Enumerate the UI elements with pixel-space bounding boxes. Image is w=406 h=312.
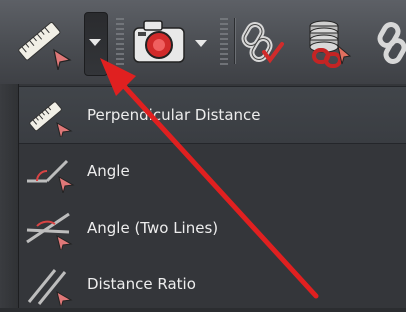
toolbar-grip[interactable]	[220, 18, 228, 66]
menu-item-perpendicular-distance[interactable]: Perpendicular Distance	[19, 86, 406, 144]
menu-item-label: Perpendicular Distance	[87, 106, 261, 124]
toolbar-separator	[234, 18, 235, 64]
angle-two-lines-icon	[26, 212, 73, 250]
menu-item-angle[interactable]: Angle	[19, 143, 406, 199]
angle-icon	[27, 159, 75, 193]
camera-dropdown-button[interactable]	[192, 16, 210, 68]
stack-chain-icon	[309, 20, 352, 68]
measure-dropdown-button[interactable]	[84, 12, 108, 76]
ruler-cursor-icon	[29, 101, 73, 137]
link-check-button[interactable]	[240, 18, 286, 70]
ruler-cursor-icon	[18, 22, 72, 70]
link-button[interactable]	[372, 18, 406, 70]
menu-gutter	[0, 84, 18, 308]
measure-dropdown-menu: Perpendicular Distance Angle Angle (Two …	[18, 84, 406, 308]
chain-icon	[377, 22, 406, 64]
camera-button[interactable]	[130, 16, 188, 68]
camera-icon	[133, 20, 185, 63]
menu-item-label: Angle	[87, 162, 130, 180]
toolbar	[0, 0, 406, 85]
menu-item-angle-two-lines[interactable]: Angle (Two Lines)	[19, 200, 406, 256]
measure-tool-button[interactable]	[14, 16, 78, 70]
menu-item-label: Distance Ratio	[87, 275, 196, 293]
stack-link-button[interactable]	[300, 16, 354, 70]
chevron-down-icon	[89, 39, 101, 46]
chevron-down-icon	[195, 40, 207, 47]
menu-item-label: Angle (Two Lines)	[87, 219, 219, 237]
distance-ratio-icon	[27, 269, 73, 306]
chain-check-icon	[241, 22, 284, 64]
toolbar-grip[interactable]	[116, 18, 124, 66]
menu-item-distance-ratio[interactable]: Distance Ratio	[19, 256, 406, 312]
